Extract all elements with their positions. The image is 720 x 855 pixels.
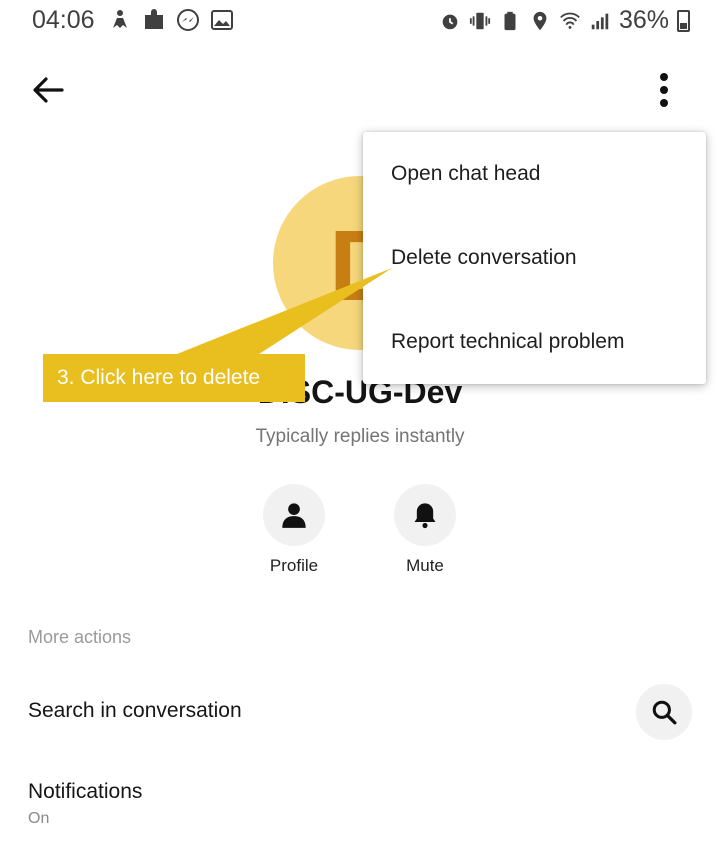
callout-text: 3. Click here to delete [57, 366, 261, 389]
conversation-subtitle: Typically replies instantly [255, 426, 465, 447]
more-actions-header: More actions [28, 627, 132, 647]
more-options-button[interactable] [648, 70, 680, 110]
notifications-value: On [28, 810, 50, 827]
bell-icon [414, 503, 436, 529]
status-system-icons: 36% [439, 6, 690, 35]
overflow-menu: Open chat head Delete conversation Repor… [363, 132, 706, 384]
more-vertical-icon [660, 73, 668, 107]
menu-item-label: Report technical problem [391, 330, 625, 353]
signal-icon [591, 13, 609, 29]
accessibility-icon [108, 8, 132, 32]
person-icon [282, 503, 306, 528]
battery-percentage: 36% [618, 6, 669, 34]
image-icon [210, 8, 234, 32]
status-bar: 04:06 36% [0, 0, 720, 42]
profile-action: Profile [244, 484, 344, 576]
mute-label: Mute [406, 556, 444, 575]
status-notification-icons [108, 8, 234, 32]
search-in-conversation-row[interactable]: Search in conversation [0, 682, 720, 742]
back-button[interactable] [28, 70, 68, 110]
tutorial-callout: 3. Click here to delete [43, 354, 305, 402]
search-icon [652, 700, 677, 725]
profile-button[interactable] [263, 484, 325, 546]
alarm-icon [442, 14, 458, 29]
menu-item-label: Delete conversation [391, 246, 577, 269]
arrow-left-icon [33, 77, 64, 103]
location-icon [533, 11, 547, 30]
mute-button[interactable] [394, 484, 456, 546]
wifi-icon [560, 12, 580, 29]
notifications-label: Notifications [28, 780, 143, 803]
mute-action: Mute [375, 484, 475, 576]
menu-item-report-technical-problem[interactable]: Report technical problem [363, 300, 706, 384]
menu-item-label: Open chat head [391, 162, 541, 185]
menu-item-open-chat-head[interactable]: Open chat head [363, 132, 706, 216]
extension-icon [142, 8, 166, 32]
notifications-row[interactable]: Notifications On [0, 778, 720, 838]
vibrate-icon [469, 12, 491, 29]
search-button[interactable] [636, 684, 692, 740]
battery-saver-icon [504, 11, 516, 30]
search-in-conversation-label: Search in conversation [28, 699, 242, 722]
battery-icon [677, 9, 690, 32]
messenger-icon [176, 8, 200, 32]
status-time: 04:06 [32, 6, 95, 34]
profile-label: Profile [269, 556, 319, 575]
menu-item-delete-conversation[interactable]: Delete conversation [363, 216, 706, 300]
